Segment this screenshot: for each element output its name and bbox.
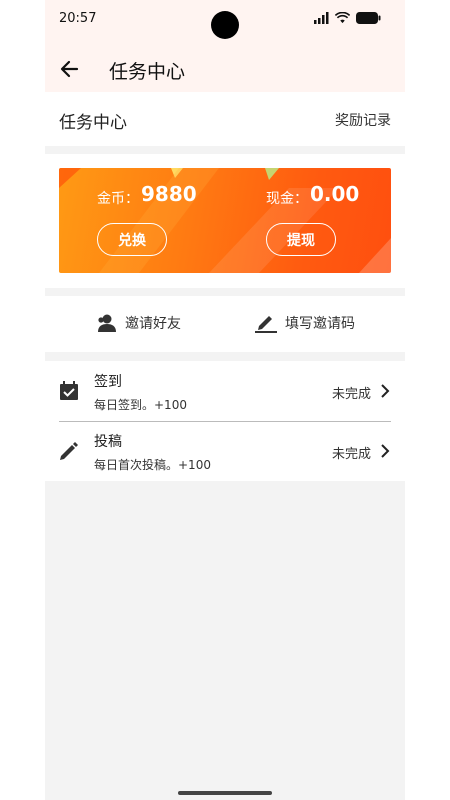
phone-screen: 20:57 任务中心 任务中心 奖励记录 金币： 9880 现金： 0.00 兑… bbox=[45, 0, 405, 800]
enter-invite-code-button[interactable]: 填写邀请码 bbox=[255, 313, 355, 333]
invite-code-label: 填写邀请码 bbox=[285, 316, 355, 332]
wallet-card: 金币： 9880 现金： 0.00 兑换 提现 bbox=[59, 168, 391, 273]
edit-icon bbox=[255, 316, 277, 333]
battery-icon bbox=[356, 12, 381, 24]
task-row-checkin[interactable]: 签到 每日签到。+100 未完成 bbox=[45, 361, 405, 422]
coin-label: 金币： bbox=[97, 191, 139, 207]
invite-friends-label: 邀请好友 bbox=[125, 316, 181, 332]
coin-value: 9880 bbox=[141, 182, 197, 206]
camera-cutout bbox=[211, 11, 239, 39]
cash-value: 0.00 bbox=[310, 182, 360, 206]
signal-icon bbox=[314, 12, 329, 24]
top-bar: 20:57 任务中心 bbox=[45, 0, 405, 92]
wifi-icon bbox=[335, 12, 350, 24]
task-status: 未完成 bbox=[331, 447, 371, 462]
user-icon bbox=[98, 314, 116, 332]
task-title: 签到 bbox=[94, 374, 122, 390]
task-description: 每日首次投稿。+100 bbox=[94, 458, 211, 472]
task-list: 签到 每日签到。+100 未完成 投稿 每日首次投稿。+100 未完成 bbox=[45, 361, 405, 481]
app-bar-title: 任务中心 bbox=[109, 61, 186, 83]
task-status: 未完成 bbox=[331, 387, 371, 402]
invite-friends-button[interactable]: 邀请好友 bbox=[97, 313, 181, 333]
cash-label: 现金： bbox=[266, 191, 308, 207]
status-icons bbox=[314, 12, 381, 24]
home-indicator[interactable] bbox=[178, 791, 272, 795]
chevron-right-icon bbox=[381, 444, 390, 458]
task-title: 投稿 bbox=[94, 434, 122, 450]
invite-row: 邀请好友 填写邀请码 bbox=[45, 296, 405, 352]
back-arrow-icon[interactable] bbox=[57, 56, 83, 82]
status-time: 20:57 bbox=[59, 11, 97, 26]
calendar-check-icon bbox=[60, 381, 78, 400]
withdraw-button[interactable]: 提现 bbox=[266, 223, 336, 256]
task-description: 每日签到。+100 bbox=[94, 398, 187, 412]
reward-record-link[interactable]: 奖励记录 bbox=[335, 110, 391, 130]
page-title: 任务中心 bbox=[59, 113, 127, 133]
pencil-icon bbox=[60, 442, 78, 460]
task-row-submit[interactable]: 投稿 每日首次投稿。+100 未完成 bbox=[45, 421, 405, 481]
exchange-button[interactable]: 兑换 bbox=[97, 223, 167, 256]
page-header: 任务中心 奖励记录 bbox=[45, 92, 405, 146]
wallet-section: 金币： 9880 现金： 0.00 兑换 提现 bbox=[45, 154, 405, 288]
chevron-right-icon bbox=[381, 384, 390, 398]
